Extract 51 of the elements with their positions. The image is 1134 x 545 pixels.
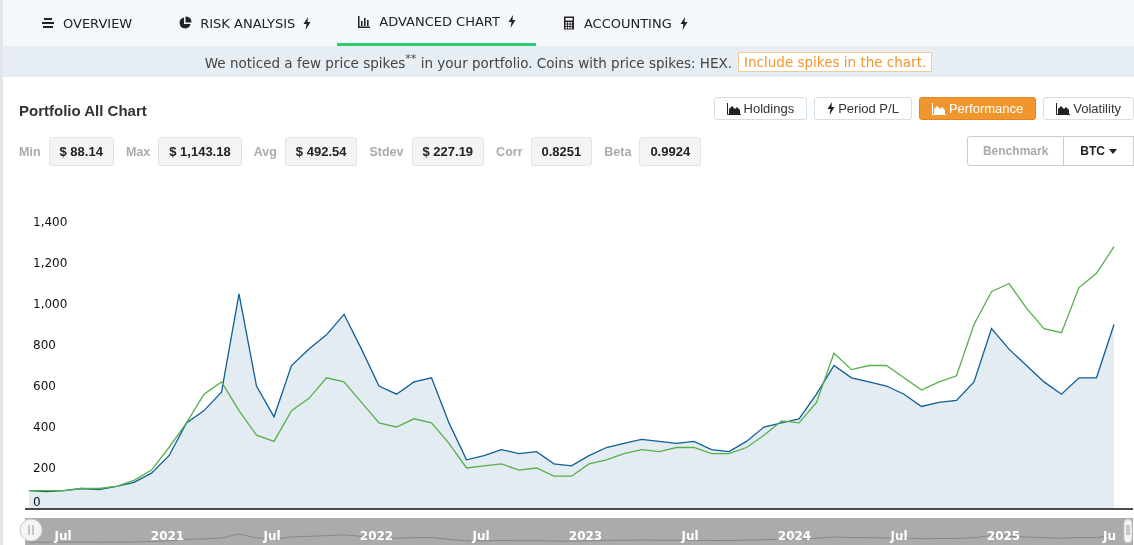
axis-label: 400 — [33, 420, 56, 434]
axis-label: 200 — [33, 461, 56, 475]
axis-label: 1,000 — [33, 297, 68, 311]
stat-label: Beta — [604, 144, 632, 159]
area-chart-icon — [1056, 102, 1071, 115]
tab[interactable]: OVERVIEW — [21, 0, 153, 46]
navigator-label: Jul — [681, 529, 699, 543]
stat-value: 0.8251 — [530, 137, 593, 166]
bolt-icon — [827, 102, 836, 115]
axis-label: 600 — [33, 379, 56, 393]
axis-label: 0 — [33, 495, 41, 509]
stat-label: Avg — [253, 144, 277, 159]
navigator-label: 2021 — [150, 529, 185, 543]
navigator-handle[interactable] — [1123, 518, 1133, 544]
stat-value: $ 492.54 — [284, 137, 358, 166]
calculator-icon — [561, 16, 576, 30]
bar-chart-icon — [357, 14, 372, 29]
pie-chart-icon — [178, 16, 193, 30]
area-chart-icon — [931, 102, 946, 115]
stat-value: $ 1,143.18 — [158, 137, 242, 166]
chart-title: Portfolio All Chart — [19, 100, 148, 121]
tab[interactable]: RISK ANALYSIS — [158, 0, 332, 46]
menu-icon — [41, 16, 55, 30]
navigator-label: 2022 — [359, 529, 394, 543]
navigator-label: 2023 — [568, 529, 603, 543]
stat-label: Corr — [496, 144, 523, 159]
navigator-bar[interactable] — [25, 518, 1133, 545]
stat-label: Max — [125, 144, 151, 159]
area-chart-icon — [726, 102, 741, 115]
navigator-label: Ju — [1103, 529, 1116, 543]
navigator-label: Jul — [54, 529, 72, 543]
navigator-label: Jul — [472, 529, 490, 543]
axis-label: 800 — [33, 338, 56, 352]
mode-button[interactable]: Period P/L — [814, 97, 912, 120]
notice-text: We noticed a few price spikes$^{**}$ in your portfolio. Coins with price spikes: HEX. — [204, 52, 733, 71]
navigator-label: Jul — [890, 529, 908, 543]
stat-value: $ 227.19 — [411, 137, 485, 166]
stat-label: Min — [19, 144, 41, 159]
mode-button[interactable]: Volatility — [1043, 97, 1134, 120]
navigator-label: 2024 — [777, 529, 812, 543]
tab[interactable]: ACCOUNTING — [541, 0, 708, 46]
caret-icon — [1109, 148, 1117, 154]
navigator-label: 2025 — [986, 529, 1021, 543]
axis-label: 1,400 — [33, 215, 68, 229]
stat-value: $ 88.14 — [48, 137, 114, 166]
navigator-handle[interactable] — [19, 518, 43, 542]
navigator-label: Jul — [263, 529, 281, 543]
mode-button[interactable]: Holdings — [713, 97, 808, 120]
stat-label: Stdev — [369, 144, 404, 159]
stat-value: 0.9924 — [639, 137, 702, 166]
axis-label: 1,200 — [33, 256, 68, 270]
